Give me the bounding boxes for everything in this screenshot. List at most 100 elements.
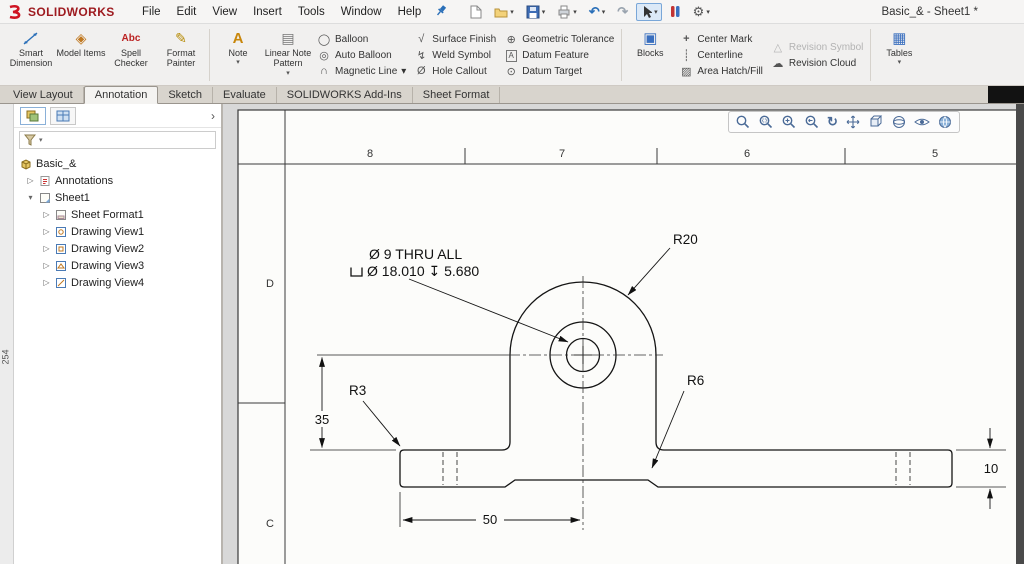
previous-view-button[interactable] [804,114,820,130]
expand-arrow-icon[interactable]: ▷ [26,176,35,185]
magnetic-line-dropdown-arrow-icon[interactable]: ▾ [401,66,406,77]
display-toggle-button[interactable] [666,3,685,20]
centerline-button[interactable]: ┊ Centerline [677,48,765,63]
blocks-button[interactable]: ▣ Blocks [625,26,675,84]
select-tool-button[interactable]: ▾ [636,3,662,21]
tree-item-drawing-view3[interactable]: ▷ Drawing View3 [14,257,221,274]
menu-edit[interactable]: Edit [169,6,205,18]
smart-dimension-button[interactable]: Smart Dimension [6,26,56,84]
new-document-button[interactable] [466,3,486,21]
open-document-button[interactable]: ▾ [490,3,518,20]
menu-insert[interactable]: Insert [245,6,290,18]
save-button[interactable]: ▾ [522,3,550,21]
center-mark-button[interactable]: + Center Mark [677,32,765,47]
model-items-button[interactable]: ◈ Model Items [56,26,106,84]
print-dropdown-arrow-icon[interactable]: ▾ [573,8,577,16]
zoom-to-fit-button[interactable] [735,114,751,130]
dimension-35-text[interactable]: 35 [315,412,329,427]
expand-arrow-icon[interactable]: ▷ [42,244,51,253]
collapse-arrow-icon[interactable]: ▾ [26,193,35,202]
linear-note-pattern-dropdown-arrow-icon[interactable]: ▾ [286,70,290,78]
dimension-50-text[interactable]: 50 [483,512,497,527]
tab-view-layout[interactable]: View Layout [3,87,84,103]
options-button[interactable]: ⚙ ▾ [689,2,714,22]
datum-target-button[interactable]: ⊙ Datum Target [502,64,616,79]
hole-callout[interactable]: Ø 9 THRU ALL Ø 18.010 ↧ 5.680 [351,246,479,279]
panel-expand-chevron-icon[interactable]: › [211,109,215,123]
spell-checker-button[interactable]: Abc Spell Checker [106,26,156,84]
expand-arrow-icon[interactable]: ▷ [42,261,51,270]
magnetic-line-button[interactable]: ∩ Magnetic Line ▾ [315,64,408,79]
options-dropdown-arrow-icon[interactable]: ▾ [706,8,710,16]
left-ruler-strip: 254 [0,104,14,564]
view-orientation-button[interactable] [868,114,884,130]
expand-arrow-icon[interactable]: ▷ [42,210,51,219]
view-settings-button[interactable] [937,114,953,130]
tree-item-drawing-view1[interactable]: ▷ Drawing View1 [14,223,221,240]
hole-callout-line1[interactable]: Ø 9 THRU ALL [369,246,462,262]
heads-up-view-toolbar: ↻ [728,111,960,133]
hole-callout-line2[interactable]: Ø 18.010 ↧ 5.680 [367,263,479,279]
tab-sheet-format[interactable]: Sheet Format [413,87,501,103]
pin-menu-button[interactable] [435,4,448,20]
tree-filter-field[interactable]: ▾ [19,131,216,149]
symbols-column-1: √ Surface Finish ↯ Weld Symbol Ø Hole Ca… [410,26,500,84]
auto-balloon-button[interactable]: ◎ Auto Balloon [315,48,408,63]
tree-item-drawing-view4[interactable]: ▷ Drawing View4 [14,274,221,291]
filter-dropdown-arrow-icon[interactable]: ▾ [39,136,43,144]
tab-evaluate[interactable]: Evaluate [213,87,277,103]
tab-solidworks-add-ins[interactable]: SOLIDWORKS Add-Ins [277,87,413,103]
menu-file[interactable]: File [134,6,169,18]
tables-dropdown-arrow-icon[interactable]: ▾ [898,59,902,67]
tables-button[interactable]: ▦ Tables ▾ [874,26,924,84]
weld-symbol-button[interactable]: ↯ Weld Symbol [412,48,498,63]
drawing-sheet-canvas[interactable]: 8 7 6 5 D C [223,104,1022,564]
radius-r20-text[interactable]: R20 [673,232,698,247]
radius-r6-text[interactable]: R6 [687,373,704,388]
area-hatch-button[interactable]: ▨ Area Hatch/Fill [677,64,765,79]
expand-arrow-icon[interactable]: ▷ [42,227,51,236]
zoom-in-out-button[interactable] [781,114,797,130]
radius-r3-text[interactable]: R3 [349,383,366,398]
format-painter-button[interactable]: ✎ Format Painter [156,26,206,84]
menu-window[interactable]: Window [333,6,390,18]
linear-note-pattern-button[interactable]: ▤ Linear Note Pattern ▾ [263,26,313,84]
undo-button[interactable]: ↶ ▾ [585,2,609,22]
rotate-view-button[interactable]: ↻ [827,114,838,130]
graphics-area[interactable]: 8 7 6 5 D C [223,104,1024,564]
task-pane-edge[interactable] [1016,104,1024,564]
tab-sketch[interactable]: Sketch [158,87,213,103]
property-manager-tab[interactable] [50,107,76,125]
datum-feature-button[interactable]: A Datum Feature [502,48,616,63]
zoom-to-area-button[interactable] [758,114,774,130]
geometric-tolerance-button[interactable]: ⊕ Geometric Tolerance [502,32,616,47]
tree-item-annotations[interactable]: ▷ Annotations [14,172,221,189]
display-style-button[interactable] [891,114,907,130]
hole-callout-button[interactable]: Ø Hole Callout [412,64,498,79]
tree-item-sheet1[interactable]: ▾ Sheet1 [14,189,221,206]
tab-annotation[interactable]: Annotation [84,86,159,104]
print-button[interactable]: ▾ [553,3,581,21]
pan-button[interactable] [845,114,861,130]
undo-dropdown-arrow-icon[interactable]: ▾ [602,8,606,16]
redo-button[interactable]: ↷ [613,2,632,22]
surface-finish-button[interactable]: √ Surface Finish [412,32,498,47]
dimension-10-text[interactable]: 10 [984,461,998,476]
menu-tools[interactable]: Tools [290,6,333,18]
note-button[interactable]: A Note ▾ [213,26,263,84]
tree-item-drawing-view2[interactable]: ▷ Drawing View2 [14,240,221,257]
revision-cloud-button[interactable]: ☁ Revision Cloud [769,56,865,71]
select-dropdown-arrow-icon[interactable]: ▾ [654,8,658,16]
hide-show-items-button[interactable] [914,116,930,128]
expand-arrow-icon[interactable]: ▷ [42,278,51,287]
save-dropdown-arrow-icon[interactable]: ▾ [542,8,546,16]
feature-manager-tree-tab[interactable] [20,107,46,125]
menu-view[interactable]: View [204,6,245,18]
open-dropdown-arrow-icon[interactable]: ▾ [510,8,514,16]
menu-help[interactable]: Help [390,6,430,18]
sheet-format-icon [55,209,67,221]
tree-root-item[interactable]: Basic_& [14,155,221,172]
tree-item-sheet-format1[interactable]: ▷ Sheet Format1 [14,206,221,223]
note-dropdown-arrow-icon[interactable]: ▾ [236,59,240,67]
balloon-button[interactable]: ◯ Balloon [315,32,408,47]
